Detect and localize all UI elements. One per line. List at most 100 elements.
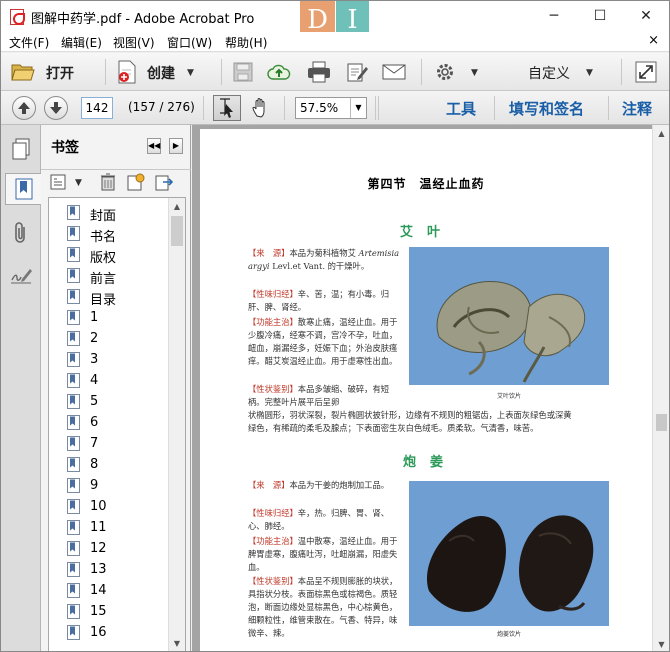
page-count-label: (157 / 276) <box>128 100 195 114</box>
options-dropdown-icon[interactable]: ▼ <box>75 178 82 188</box>
delete-bookmark-icon[interactable] <box>97 172 119 192</box>
menu-edit[interactable]: 编辑(E) <box>61 34 102 51</box>
save-icon[interactable] <box>231 60 255 84</box>
scroll-down-icon[interactable]: ▼ <box>653 636 669 651</box>
open-folder-icon[interactable] <box>11 60 35 84</box>
bookmark-item[interactable]: 目录 <box>67 286 167 308</box>
bookmark-item[interactable]: 7 <box>67 433 167 454</box>
comment-pane-button[interactable]: 注释 <box>622 98 652 119</box>
tools-pane-button[interactable]: 工具 <box>446 98 476 119</box>
section-title: 第四节 温经止血药 <box>367 177 485 191</box>
herb-title-aiye: 艾叶 <box>400 225 455 240</box>
hand-tool-button[interactable] <box>247 95 275 121</box>
bookmark-item[interactable]: 4 <box>67 370 167 391</box>
bookmark-item[interactable]: 书名 <box>67 223 167 245</box>
signatures-button[interactable] <box>5 259 37 291</box>
bookmark-item[interactable]: 9 <box>67 475 167 496</box>
acrobat-app-icon <box>10 9 25 25</box>
source-tag: 【来 源】 <box>248 248 290 258</box>
menu-help[interactable]: 帮助(H) <box>225 34 267 51</box>
zoom-dropdown-icon[interactable]: ▼ <box>350 98 366 118</box>
document-scrollbar[interactable]: ▲ ▼ <box>652 125 669 651</box>
bookmark-icon <box>67 604 80 619</box>
paojiang-photo <box>409 481 609 626</box>
paojiang-caption: 炮姜饮片 <box>496 631 521 638</box>
gear-icon[interactable] <box>433 60 457 84</box>
bookmark-item[interactable]: 5 <box>67 391 167 412</box>
customize-dropdown-icon[interactable]: ▼ <box>586 68 593 78</box>
bookmark-item[interactable]: 11 <box>67 517 167 538</box>
bookmark-item[interactable]: 8 <box>67 454 167 475</box>
bookmark-list-scrollbar[interactable]: ▲ ▼ <box>168 198 185 651</box>
toolbar-divider <box>421 59 422 85</box>
edit-document-icon[interactable] <box>345 60 369 84</box>
bookmark-from-structure-icon[interactable] <box>153 172 175 192</box>
page-thumbnails-button[interactable] <box>5 133 37 165</box>
bookmark-item[interactable]: 12 <box>67 538 167 559</box>
bookmark-icon <box>67 415 80 430</box>
settings-dropdown-icon[interactable]: ▼ <box>471 68 478 78</box>
bookmark-item[interactable]: 1 <box>67 307 167 328</box>
nature-tag: 【性味归经】 <box>248 289 298 299</box>
bookmark-item[interactable]: 2 <box>67 328 167 349</box>
bookmark-label: 前言 <box>90 272 117 287</box>
nature-tag: 【性味归经】 <box>248 508 298 518</box>
bookmark-label: 14 <box>90 583 107 598</box>
bookmark-item[interactable]: 封面 <box>67 202 167 224</box>
create-button[interactable]: 创建 <box>147 63 175 83</box>
herb1-nature-paragraph: 【性味归经】辛、苦，温；有小毒。归肝、脾、肾经。 <box>248 288 404 314</box>
bookmark-item[interactable]: 10 <box>67 496 167 517</box>
bookmark-item[interactable]: 14 <box>67 580 167 601</box>
scroll-down-icon[interactable]: ▼ <box>169 635 185 651</box>
zoom-select[interactable]: 57.5% ▼ <box>295 97 367 119</box>
source-text: 本品为菊科植物艾 <box>289 248 356 258</box>
minimize-button[interactable]: ─ <box>531 1 577 32</box>
bookmark-icon <box>67 499 80 514</box>
function-tag: 【功能主治】 <box>248 317 298 327</box>
select-tool-button[interactable] <box>213 95 241 121</box>
bookmark-item[interactable]: 前言 <box>67 265 167 287</box>
menu-window[interactable]: 窗口(W) <box>167 34 212 51</box>
maximize-button[interactable]: ☐ <box>577 1 623 32</box>
bookmarks-button[interactable] <box>5 173 42 205</box>
menu-file[interactable]: 文件(F) <box>9 34 49 51</box>
panel-arrow-icon[interactable]: ▶ <box>169 138 183 154</box>
open-button[interactable]: 打开 <box>46 63 74 83</box>
attachments-button[interactable] <box>5 217 37 249</box>
bookmark-item[interactable]: 版权 <box>67 244 167 266</box>
bookmark-item[interactable]: 16 <box>67 622 167 643</box>
menu-view[interactable]: 视图(V) <box>113 34 155 51</box>
customize-button[interactable]: 自定义 <box>528 63 570 83</box>
menu-bar: 文件(F) 编辑(E) 视图(V) 窗口(W) 帮助(H) × <box>1 32 669 52</box>
cursor-arrow-icon <box>220 98 233 118</box>
scroll-up-icon[interactable]: ▲ <box>169 198 185 215</box>
bookmark-list: ▲ ▼ 封面 书名 版权 前言 目录 1 2 3 4 5 6 7 8 9 10 11 12 13 14 15 16 <box>48 197 186 651</box>
fill-sign-pane-button[interactable]: 填写和签名 <box>509 98 584 119</box>
next-page-button[interactable] <box>44 96 68 120</box>
cloud-upload-icon[interactable] <box>267 60 291 84</box>
scroll-thumb[interactable] <box>656 414 667 431</box>
print-icon[interactable] <box>307 60 331 84</box>
fullscreen-icon[interactable] <box>634 60 658 84</box>
bookmark-icon <box>67 205 80 220</box>
collapse-panel-icon[interactable]: ◀◀ <box>147 138 161 154</box>
bookmark-icon <box>67 373 80 388</box>
document-close-icon[interactable]: × <box>648 33 659 48</box>
create-dropdown-icon[interactable]: ▼ <box>187 68 194 78</box>
close-button[interactable]: ✕ <box>623 1 669 32</box>
zoom-value: 57.5% <box>300 101 339 115</box>
scroll-thumb[interactable] <box>171 216 183 246</box>
bookmark-options-icon[interactable] <box>49 172 71 192</box>
previous-page-button[interactable] <box>12 96 36 120</box>
new-bookmark-icon[interactable] <box>125 172 147 192</box>
scroll-up-icon[interactable]: ▲ <box>653 125 669 142</box>
pdf-page: 第四节 温经止血药 艾叶 【来 源】本品为菊科植物艾 Artemisia arg… <box>200 129 652 651</box>
bookmark-item[interactable]: 6 <box>67 412 167 433</box>
toolbar-divider <box>494 96 495 120</box>
create-pdf-icon[interactable] <box>115 60 139 84</box>
page-number-input[interactable]: 142 <box>81 97 113 119</box>
bookmark-item[interactable]: 15 <box>67 601 167 622</box>
email-icon[interactable] <box>382 60 406 84</box>
bookmark-item[interactable]: 13 <box>67 559 167 580</box>
bookmark-item[interactable]: 3 <box>67 349 167 370</box>
